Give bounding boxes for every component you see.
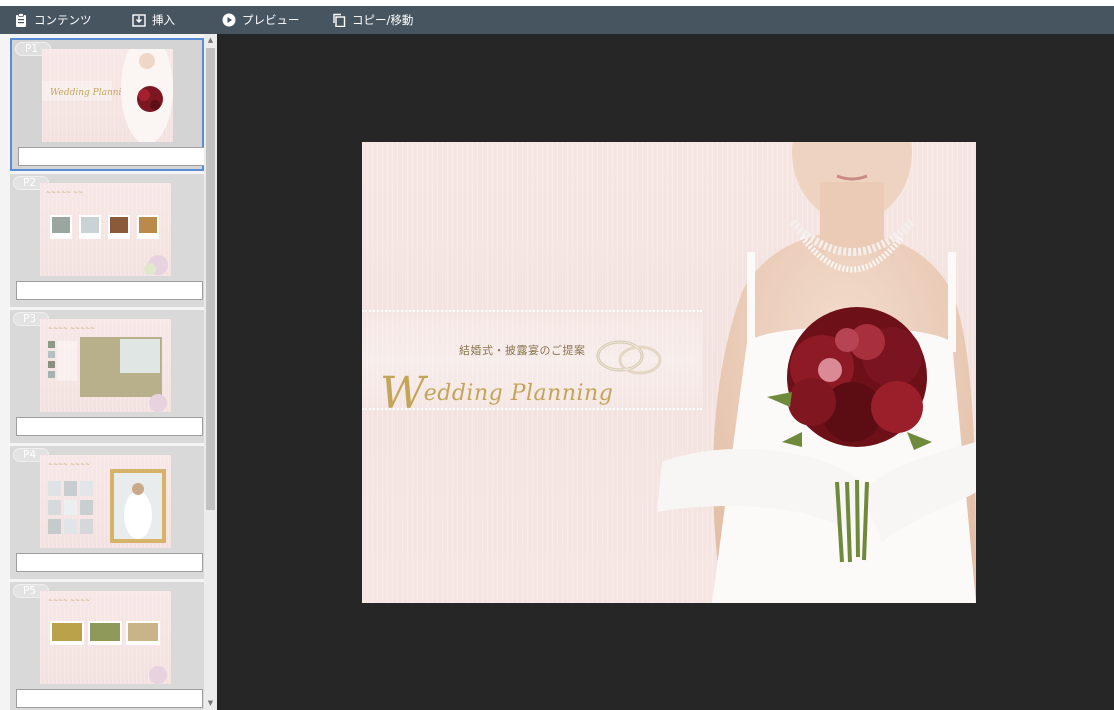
preview-button[interactable]: プレビュー bbox=[222, 6, 332, 34]
page-thumbnail-image: ~~~~ ~~~~ bbox=[40, 591, 171, 684]
page-thumbnail-3[interactable]: P3 ~~~~ ~~~~~ bbox=[10, 310, 204, 443]
page-note-input[interactable] bbox=[18, 147, 205, 166]
svg-text:~~~~ ~~~~~: ~~~~ ~~~~~ bbox=[48, 325, 95, 332]
svg-text:~~~~ ~~~~: ~~~~ ~~~~ bbox=[48, 597, 90, 604]
scroll-down-arrow-icon[interactable]: ▼ bbox=[206, 699, 215, 708]
page-note-input[interactable] bbox=[16, 553, 203, 572]
slide-title-rest: edding Planning bbox=[423, 381, 614, 406]
page-thumbnail-image: ~~~~ ~~~~ bbox=[40, 455, 171, 548]
slide-subtitle: 結婚式・披露宴のご提案 bbox=[459, 344, 586, 357]
slide-preview[interactable]: 結婚式・披露宴のご提案 Wedding Planning bbox=[362, 142, 976, 603]
svg-text:Wedding Planning: Wedding Planning bbox=[50, 88, 133, 98]
scroll-thumb[interactable] bbox=[206, 48, 215, 510]
copy-move-label: コピー/移動 bbox=[352, 13, 414, 27]
clipboard-icon bbox=[16, 13, 26, 27]
play-icon bbox=[222, 13, 236, 27]
page-thumbnail-4[interactable]: P4 ~~~~ ~~~~ bbox=[10, 446, 204, 579]
preview-label: プレビュー bbox=[242, 13, 300, 27]
page-thumbnail-image: Wedding Planning bbox=[42, 49, 173, 142]
editor-canvas: 結婚式・披露宴のご提案 Wedding Planning bbox=[217, 34, 1114, 710]
sidebar-scrollbar[interactable]: ▲ ▼ bbox=[204, 34, 217, 710]
bride-photo bbox=[657, 142, 976, 603]
page-note-input[interactable] bbox=[16, 689, 203, 708]
contents-label: コンテンツ bbox=[34, 13, 92, 27]
insert-label: 挿入 bbox=[152, 13, 175, 27]
top-toolbar: コンテンツ 挿入 プレビュー コピー/移動 bbox=[0, 6, 1114, 34]
page-thumbnail-image: ~~~~ ~~~~~ bbox=[40, 319, 171, 412]
page-thumbnail-5[interactable]: P5 ~~~~ ~~~~ bbox=[10, 582, 204, 710]
slide-title: Wedding Planning bbox=[380, 360, 614, 419]
page-thumbnail-panel: P1 Wedding Planning P2 ~~~~~ ~~ P3 ~~~~ … bbox=[0, 34, 217, 710]
svg-text:~~~~ ~~~~: ~~~~ ~~~~ bbox=[48, 461, 90, 468]
insert-button[interactable]: 挿入 bbox=[132, 6, 222, 34]
page-thumbnail-2[interactable]: P2 ~~~~~ ~~ bbox=[10, 174, 204, 307]
copy-icon bbox=[333, 13, 346, 27]
page-note-input[interactable] bbox=[16, 281, 203, 300]
insert-icon bbox=[132, 14, 146, 27]
slide-title-initial: W bbox=[380, 368, 426, 419]
page-thumbnail-1[interactable]: P1 Wedding Planning bbox=[10, 38, 205, 171]
contents-button[interactable]: コンテンツ bbox=[14, 6, 132, 34]
copy-move-button[interactable]: コピー/移動 bbox=[332, 6, 432, 34]
scroll-up-arrow-icon[interactable]: ▲ bbox=[206, 36, 215, 45]
page-thumbnail-image: ~~~~~ ~~ bbox=[40, 183, 171, 276]
page-note-input[interactable] bbox=[16, 417, 203, 436]
svg-text:~~~~~ ~~: ~~~~~ ~~ bbox=[46, 189, 83, 196]
